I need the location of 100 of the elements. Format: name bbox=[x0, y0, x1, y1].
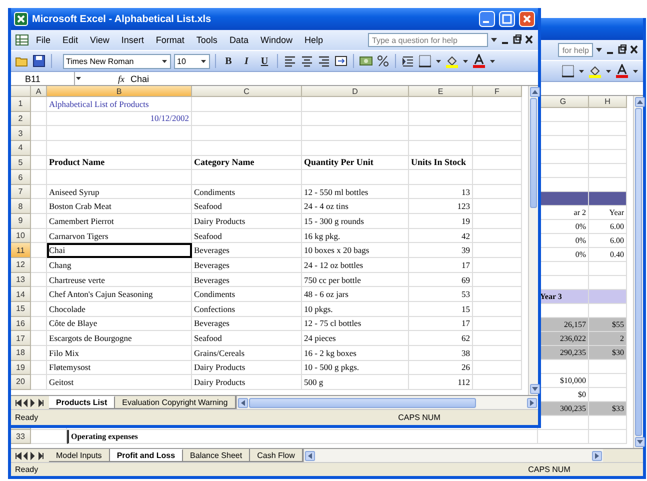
menu-item[interactable]: View bbox=[85, 34, 114, 46]
sheet-tab[interactable]: Profit and Loss bbox=[110, 449, 184, 462]
row-header: 18 bbox=[11, 346, 31, 361]
borders-icon[interactable] bbox=[561, 64, 575, 78]
dropdown-arrow-icon[interactable] bbox=[632, 68, 639, 74]
table-cell-text: $0 bbox=[577, 390, 586, 399]
formula-field[interactable]: Chai bbox=[130, 74, 538, 84]
horizontal-scrollbar[interactable] bbox=[236, 396, 538, 409]
dropdown-arrow-icon[interactable] bbox=[435, 58, 442, 64]
status-text: Ready bbox=[15, 465, 38, 474]
menu-item[interactable]: Insert bbox=[116, 34, 149, 46]
table-cell: Chocolade bbox=[49, 304, 86, 314]
table-cell: Chang bbox=[49, 260, 72, 270]
dropdown-arrow-icon[interactable] bbox=[161, 58, 168, 64]
maximize-icon[interactable] bbox=[499, 11, 515, 27]
dropdown-arrow-icon[interactable] bbox=[462, 58, 469, 64]
column-header: D bbox=[302, 86, 409, 97]
dropdown-arrow-icon[interactable] bbox=[200, 58, 207, 64]
underline-button[interactable]: U bbox=[257, 54, 272, 68]
fill-color-icon[interactable] bbox=[588, 64, 602, 78]
currency-icon[interactable] bbox=[359, 54, 373, 68]
scroll-right-icon[interactable] bbox=[592, 450, 602, 460]
italic-button[interactable]: I bbox=[239, 54, 254, 68]
help-field[interactable]: Type a question for help bbox=[368, 33, 488, 47]
fill-color-icon[interactable] bbox=[445, 54, 459, 68]
table-cell: 24 - 12 oz bottles bbox=[304, 260, 364, 270]
sheet-icon[interactable] bbox=[15, 33, 29, 47]
table-cell-text: 0% bbox=[574, 250, 586, 259]
vertical-scrollbar[interactable] bbox=[528, 86, 538, 395]
restore-icon[interactable] bbox=[512, 34, 522, 46]
scroll-left-icon[interactable] bbox=[238, 398, 248, 408]
sheet-tab[interactable]: Balance Sheet bbox=[183, 449, 250, 462]
sheet-tab[interactable]: Cash Flow bbox=[250, 449, 303, 462]
table-cell: Beverages bbox=[194, 318, 230, 328]
dropdown-arrow-icon[interactable] bbox=[75, 75, 82, 82]
window-title: Microsoft Excel - Alphabetical List.xls bbox=[32, 14, 212, 24]
table-cell: Units In Stock bbox=[411, 157, 466, 168]
align-left-icon[interactable] bbox=[283, 54, 297, 68]
close-icon[interactable] bbox=[629, 44, 639, 56]
sheet-tab[interactable]: Evaluation Copyright Warning bbox=[115, 396, 236, 409]
scroll-left-icon[interactable] bbox=[304, 450, 315, 460]
menu-item[interactable]: Edit bbox=[58, 34, 84, 46]
restore-icon[interactable] bbox=[617, 44, 627, 56]
table-cell: 13 bbox=[462, 186, 470, 197]
sheet-tab[interactable]: Model Inputs bbox=[49, 449, 110, 462]
scroll-down-icon[interactable] bbox=[635, 437, 645, 447]
font-color-icon[interactable] bbox=[615, 64, 629, 78]
align-center-icon[interactable] bbox=[300, 54, 314, 68]
menu-item[interactable]: Help bbox=[299, 34, 328, 46]
scroll-up-icon[interactable] bbox=[635, 97, 645, 107]
font-color-icon[interactable] bbox=[472, 54, 486, 68]
help-field[interactable]: for help bbox=[558, 43, 593, 57]
dropdown-arrow-icon[interactable] bbox=[489, 58, 496, 64]
menu-item[interactable]: Window bbox=[255, 34, 298, 46]
align-right-icon[interactable] bbox=[317, 54, 331, 68]
scroll-right-icon[interactable] bbox=[527, 398, 537, 408]
row-header: 6 bbox=[11, 170, 31, 185]
menu-item[interactable]: Data bbox=[224, 34, 254, 46]
dropdown-arrow-icon[interactable] bbox=[578, 68, 585, 74]
save-icon[interactable] bbox=[32, 54, 46, 68]
table-cell: 24 - 4 oz tins bbox=[304, 201, 348, 212]
sheet-tab[interactable]: Products List bbox=[49, 396, 116, 409]
name-box[interactable]: B11 bbox=[11, 72, 75, 85]
scroll-down-icon[interactable] bbox=[530, 384, 540, 394]
menu-item[interactable]: Tools bbox=[191, 34, 222, 46]
font-field[interactable]: Times New Roman bbox=[63, 54, 171, 68]
table-cell: Côte de Blaye bbox=[49, 318, 98, 328]
row-header: 16 bbox=[11, 316, 31, 332]
table-cell: Seafood bbox=[194, 230, 222, 241]
bold-button[interactable]: B bbox=[221, 54, 236, 68]
table-cell: 53 bbox=[462, 289, 470, 300]
table-cell: Dairy Products bbox=[194, 362, 246, 372]
merge-cells-icon[interactable] bbox=[334, 54, 348, 68]
table-cell-text: Year bbox=[608, 208, 624, 217]
menu-item[interactable]: File bbox=[31, 34, 56, 46]
table-cell: Seafood bbox=[194, 201, 222, 212]
table-cell-text: 0% bbox=[574, 222, 586, 231]
font-size-field[interactable]: 10 bbox=[174, 54, 210, 68]
function-button[interactable]: fx bbox=[118, 74, 124, 84]
percent-icon[interactable] bbox=[376, 54, 390, 68]
borders-icon[interactable] bbox=[418, 54, 432, 68]
table-cell: Seafood bbox=[194, 333, 222, 344]
indent-icon[interactable] bbox=[401, 54, 415, 68]
scroll-up-icon[interactable] bbox=[530, 87, 540, 97]
row-header: 15 bbox=[11, 302, 31, 317]
table-cell-text: 236,022 bbox=[559, 334, 586, 343]
table-cell: 500 g bbox=[304, 376, 324, 387]
table-cell bbox=[589, 150, 627, 164]
table-cell: 15 bbox=[462, 304, 470, 314]
vertical-scrollbar[interactable] bbox=[633, 96, 643, 448]
menu-item[interactable]: Format bbox=[150, 34, 190, 46]
table-cell bbox=[589, 164, 627, 178]
close-icon[interactable] bbox=[524, 34, 534, 46]
horizontal-scrollbar[interactable] bbox=[302, 449, 603, 462]
table-cell bbox=[31, 140, 47, 156]
table-cell-text: 0% bbox=[574, 236, 586, 245]
column-header: H bbox=[589, 96, 627, 108]
table-cell: Carnarvon Tigers bbox=[49, 230, 108, 241]
dropdown-arrow-icon[interactable] bbox=[605, 68, 612, 74]
table-cell: 12 - 75 cl bottles bbox=[304, 318, 362, 328]
